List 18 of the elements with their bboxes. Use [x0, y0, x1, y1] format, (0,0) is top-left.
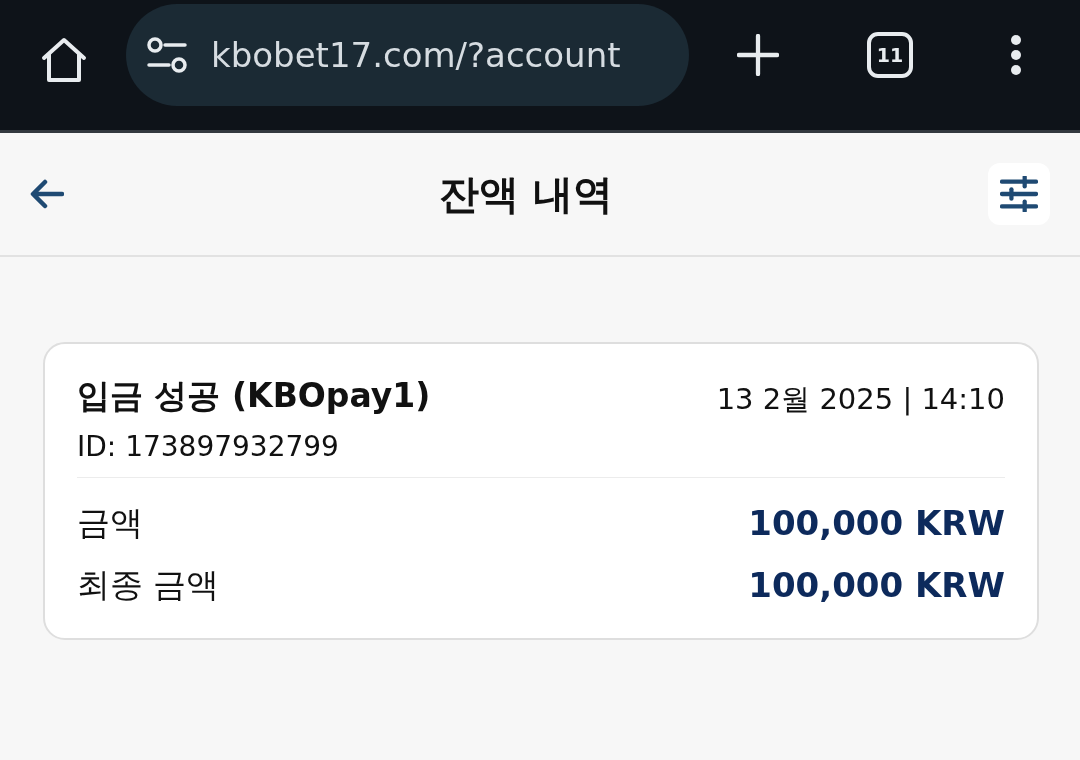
transaction-datetime: 13 2월 2025 | 14:10 [716, 381, 1005, 418]
transaction-id: ID: 173897932799 [77, 430, 339, 463]
back-arrow-icon[interactable] [30, 179, 64, 209]
site-settings-icon[interactable] [147, 37, 187, 73]
amount-label: 금액 [77, 501, 143, 544]
amount-label: 최종 금액 [77, 563, 220, 606]
new-tab-icon[interactable] [737, 34, 779, 76]
more-vertical-icon[interactable] [1010, 35, 1022, 75]
home-icon[interactable] [40, 36, 88, 84]
address-bar[interactable]: kbobet17.com/?account [126, 4, 689, 106]
transaction-title: 입금 성공 (KBOpay1) [77, 374, 431, 417]
page-title: 잔액 내역 [439, 169, 613, 219]
url-text: kbobet17.com/?account [211, 35, 621, 75]
amount-value: 100,000 KRW [748, 503, 1005, 543]
tab-switcher-button[interactable]: 11 [867, 32, 913, 78]
amount-value: 100,000 KRW [748, 565, 1005, 605]
filter-button[interactable] [988, 163, 1050, 225]
sliders-icon [1000, 176, 1038, 212]
